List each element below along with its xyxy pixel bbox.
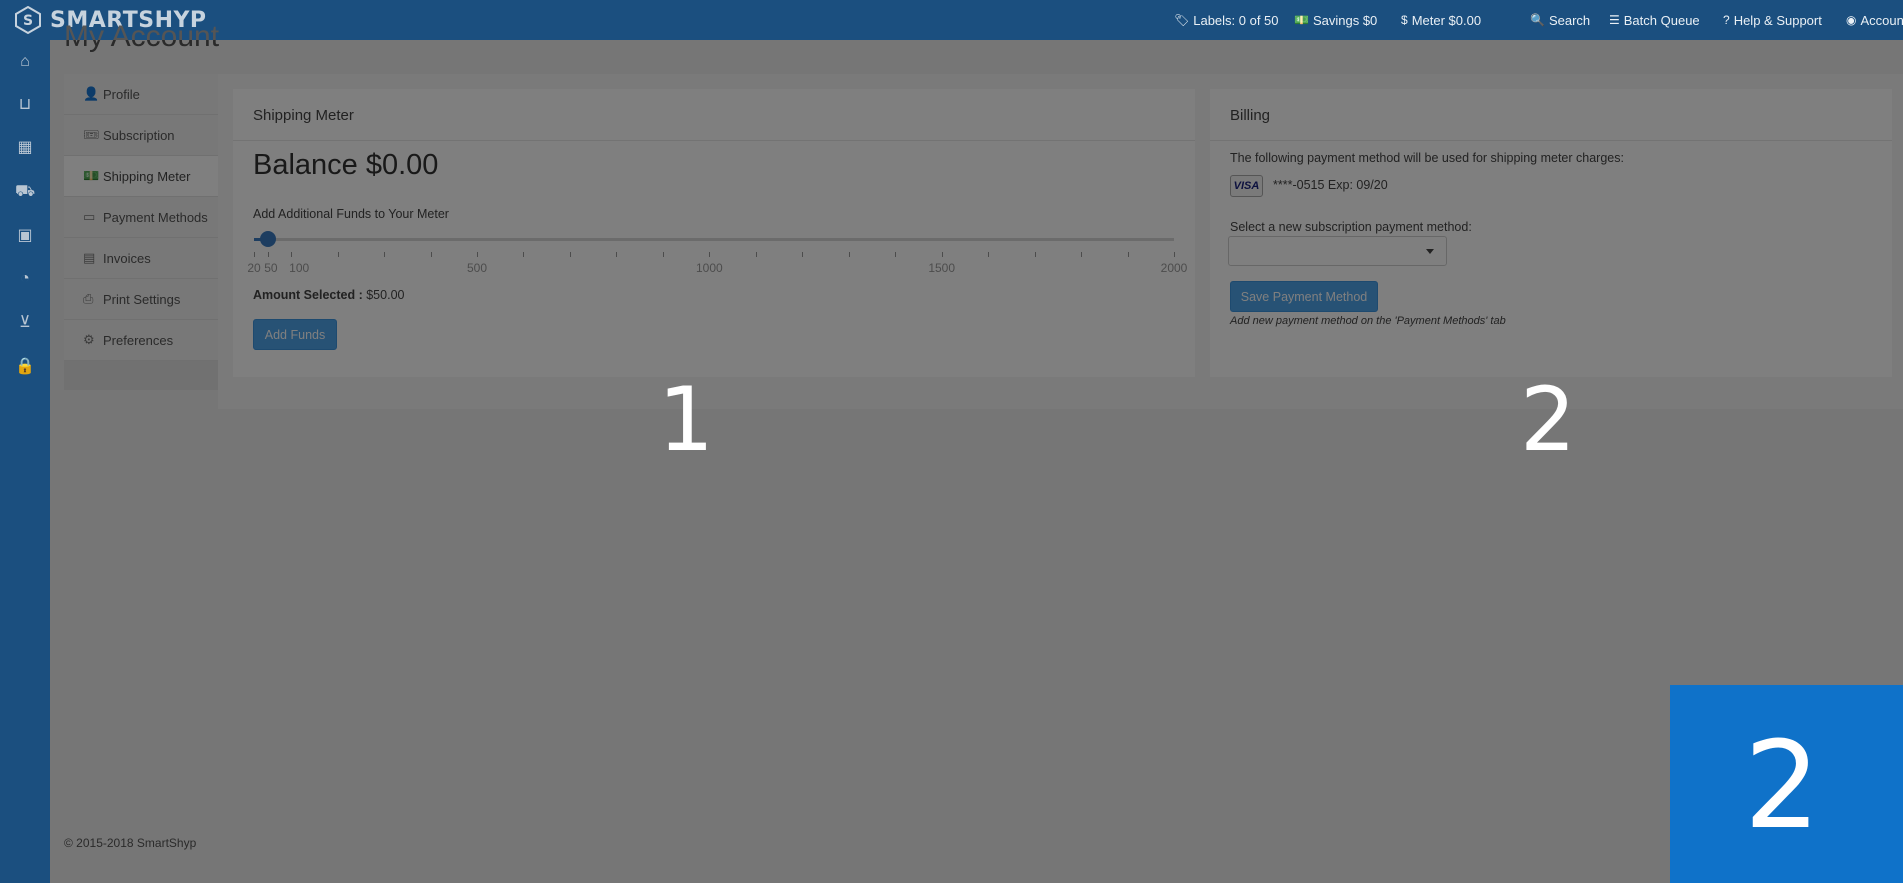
tag-icon: 🏷: [1174, 13, 1190, 27]
top-navbar: S SMARTSHYP 🏷 Labels: 0 of 50 💵 Savings …: [0, 0, 1903, 40]
svg-text:S: S: [23, 13, 33, 29]
home-icon[interactable]: ⌂: [15, 52, 35, 72]
money-icon: 💵: [1294, 13, 1309, 27]
savings-counter[interactable]: 💵 Savings $0: [1294, 0, 1377, 40]
step-badge-number: 2: [1744, 717, 1821, 856]
account-link[interactable]: ◉ Account: [1846, 0, 1903, 40]
calendar-icon[interactable]: ▦: [15, 138, 35, 158]
batch-queue-link[interactable]: ☰ Batch Queue: [1609, 0, 1700, 40]
address-book-icon[interactable]: ▣: [15, 226, 35, 246]
search-link[interactable]: 🔍 Search: [1530, 0, 1590, 40]
left-sidebar: ⌂ ⊔ ▦ ⛟ ▣ ◔ ⊻ 🔒: [0, 40, 50, 883]
meter-counter[interactable]: $ Meter $0.00: [1401, 0, 1481, 40]
overlay-number-1: 1: [658, 368, 714, 471]
dim-overlay: [50, 40, 1903, 883]
help-support-link[interactable]: ? Help & Support: [1723, 0, 1822, 40]
basket-icon[interactable]: ⊔: [15, 95, 35, 115]
pie-chart-icon[interactable]: ◔: [15, 269, 35, 289]
cart-icon[interactable]: ⊻: [15, 313, 35, 333]
step-badge: 2: [1670, 685, 1903, 883]
truck-icon[interactable]: ⛟: [15, 182, 35, 202]
user-circle-icon: ◉: [1846, 13, 1857, 27]
dollar-icon: $: [1401, 13, 1408, 27]
smartshyp-logo-icon: S: [15, 6, 41, 34]
question-circle-icon: ?: [1723, 13, 1730, 27]
lock-icon[interactable]: 🔒: [15, 357, 35, 377]
search-icon: 🔍: [1530, 13, 1545, 27]
list-icon: ☰: [1609, 13, 1620, 27]
overlay-number-2: 2: [1520, 368, 1576, 471]
labels-counter[interactable]: 🏷 Labels: 0 of 50: [1174, 0, 1279, 40]
